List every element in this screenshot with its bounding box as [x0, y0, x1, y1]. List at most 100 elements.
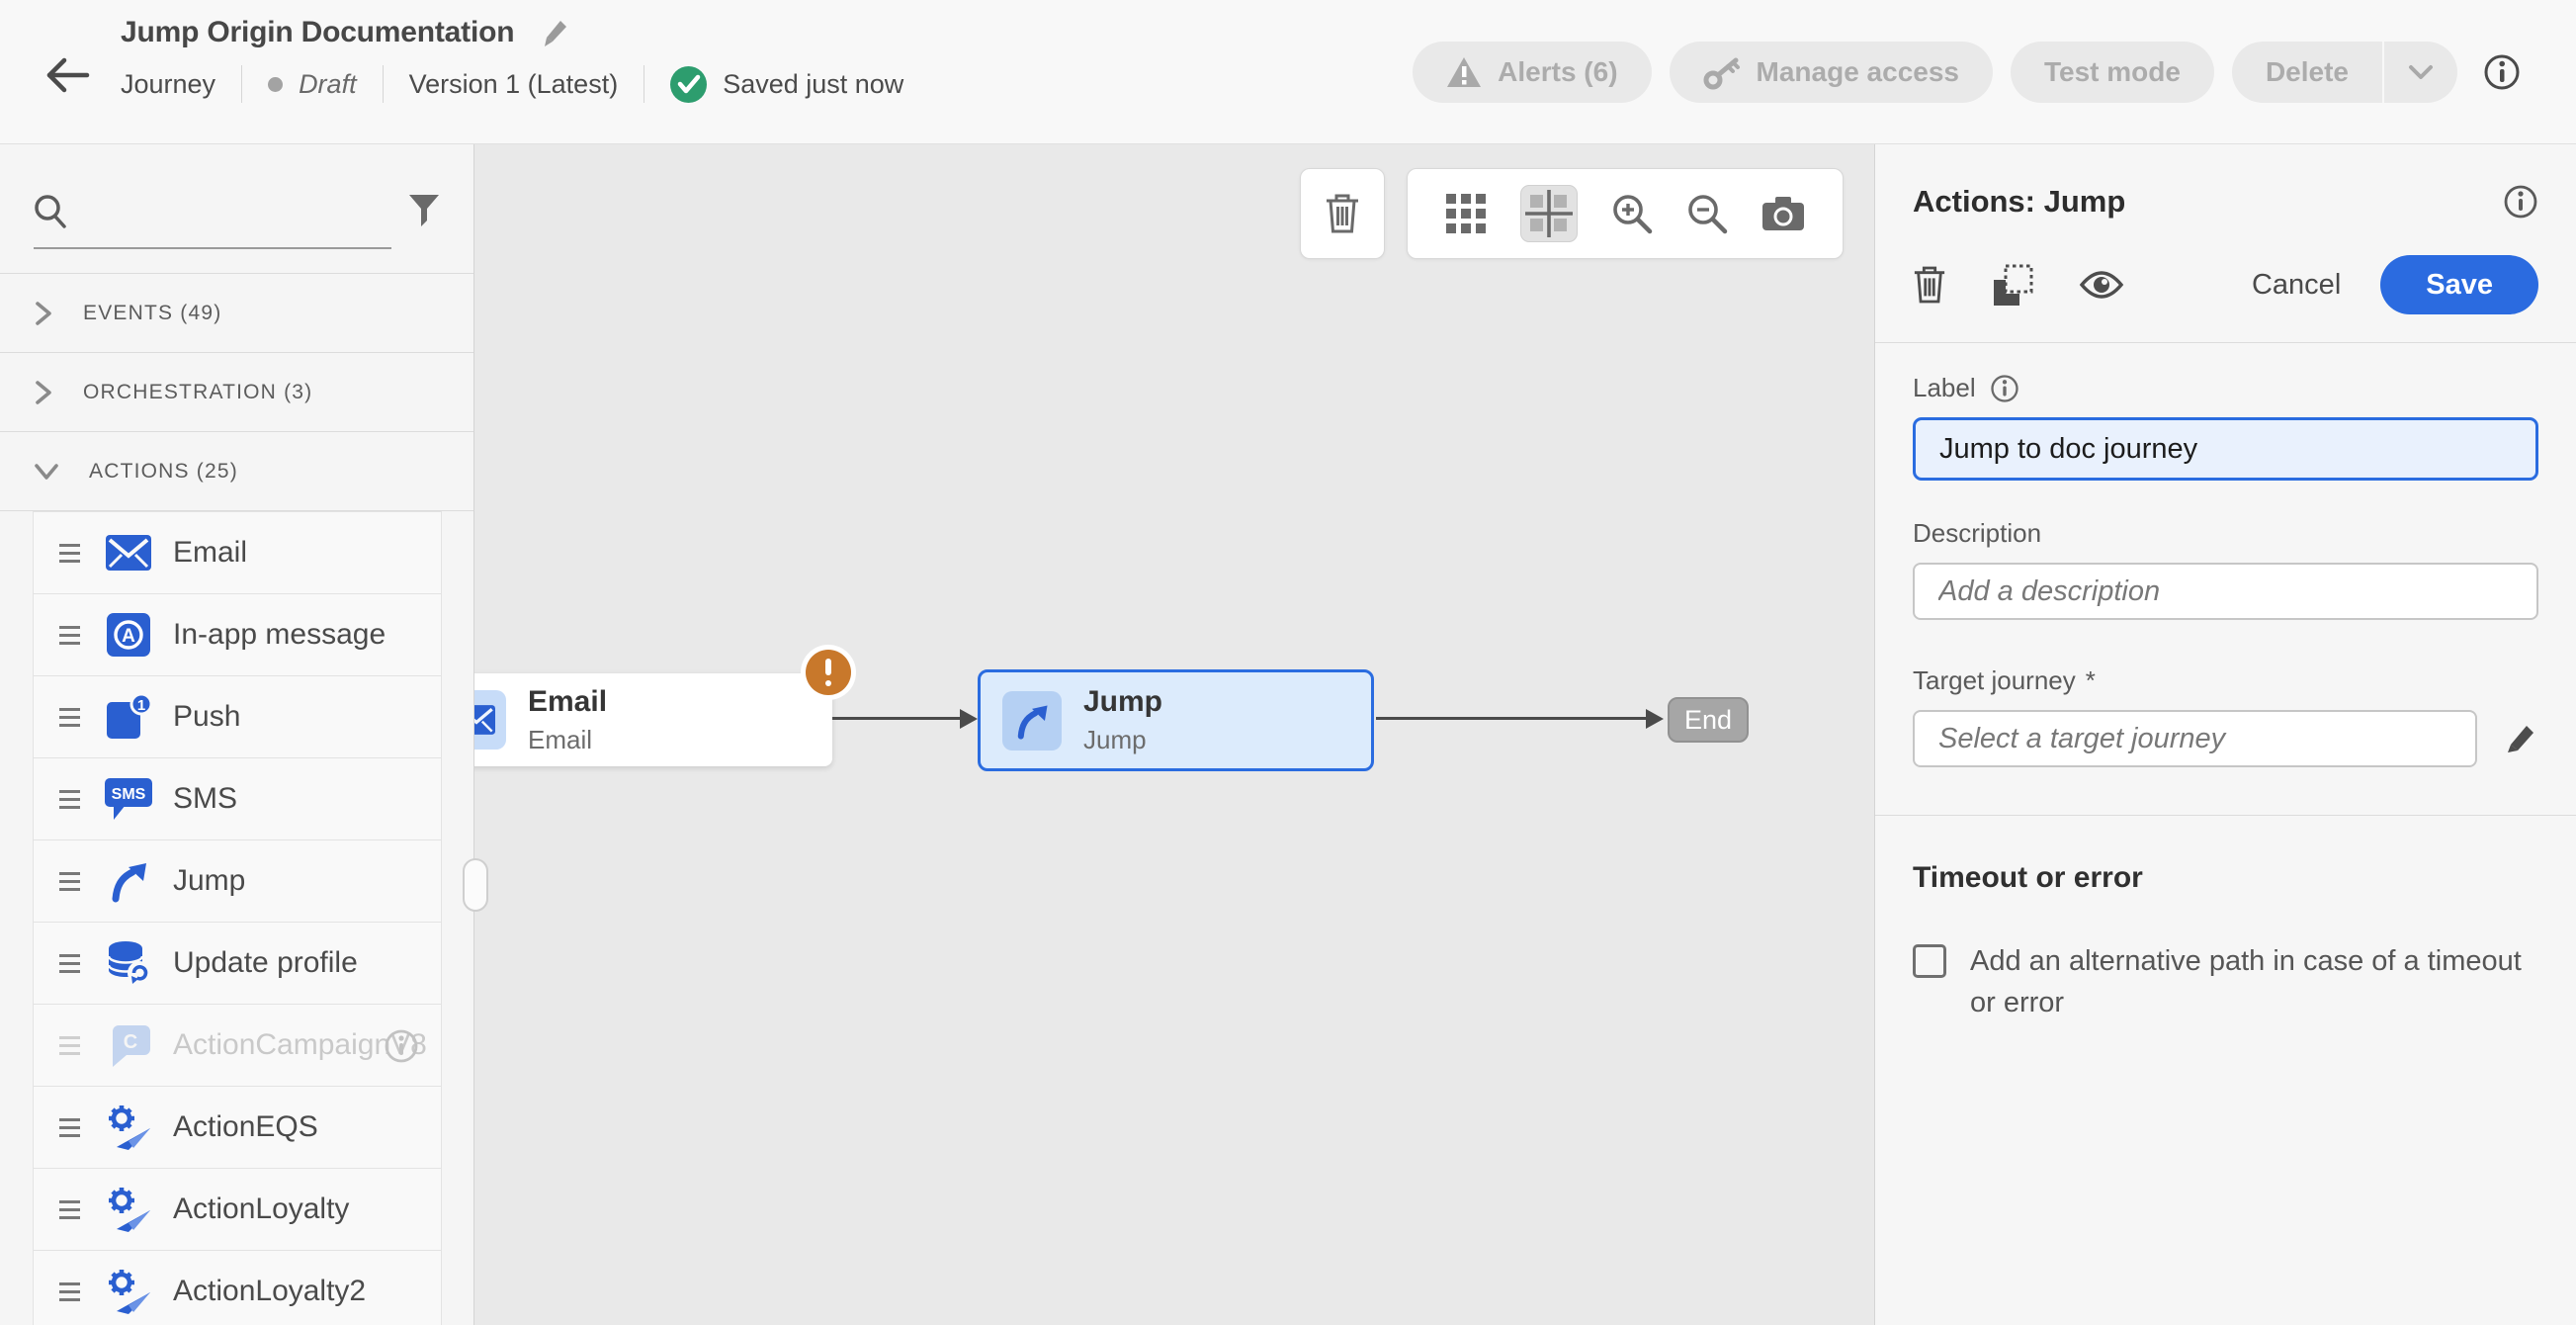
node-title: Jump: [1083, 685, 1162, 719]
preview-node-button[interactable]: [2079, 270, 2124, 300]
node-title: Email: [528, 685, 607, 719]
chevron-down-icon: [34, 462, 59, 482]
edit-title-pencil-icon[interactable]: [540, 17, 571, 48]
palette-sidebar: EVENTS (49) ORCHESTRATION (3) ACTIONS (2…: [0, 144, 474, 1325]
zoom-in-button[interactable]: [1611, 193, 1653, 234]
target-journey-input[interactable]: [1913, 710, 2477, 767]
gear-plane-icon: [104, 1186, 153, 1233]
target-journey-label: Target journey: [1913, 665, 2076, 696]
edge-arrowhead-icon: [960, 709, 978, 729]
palette-item-inapp-message[interactable]: A In-app message: [33, 593, 442, 676]
palette-item-label: ActionLoyalty: [173, 1192, 349, 1226]
status-dot-icon: [268, 77, 283, 92]
test-mode-label: Test mode: [2044, 56, 2181, 88]
screenshot-button[interactable]: [1762, 197, 1804, 230]
palette-item-jump[interactable]: Jump: [33, 839, 442, 923]
chevron-right-icon: [34, 301, 53, 326]
drag-handle-icon: [59, 954, 80, 973]
search-input[interactable]: [81, 188, 431, 235]
required-asterisk: *: [2086, 665, 2096, 696]
drag-handle-icon: [59, 872, 80, 891]
palette-item-actionloyalty2[interactable]: ActionLoyalty2: [33, 1250, 442, 1325]
info-icon[interactable]: [2503, 184, 2538, 220]
manage-access-label: Manage access: [1757, 56, 1959, 88]
save-status-text: Saved just now: [723, 69, 903, 100]
sidebar-scrollbar-thumb[interactable]: [463, 858, 488, 912]
sidebar-section-events[interactable]: EVENTS (49): [0, 273, 473, 352]
alternative-path-checkbox-label: Add an alternative path in case of a tim…: [1970, 940, 2524, 1023]
alternative-path-checkbox-row[interactable]: Add an alternative path in case of a tim…: [1913, 940, 2538, 1023]
palette-item-push[interactable]: 1 Push: [33, 675, 442, 758]
canvas-node-email[interactable]: Email Email: [474, 673, 832, 766]
duplicate-node-button[interactable]: [1992, 264, 2033, 306]
delete-more-dropdown[interactable]: [2384, 42, 2457, 103]
canvas-node-jump-selected[interactable]: Jump Jump: [978, 669, 1374, 771]
divider: [1875, 342, 2576, 343]
checkbox-unchecked-icon[interactable]: [1913, 944, 1946, 978]
drag-handle-icon: [59, 708, 80, 727]
jump-node-icon: [1002, 691, 1062, 751]
delete-button-label: Delete: [2266, 56, 2349, 88]
warning-badge-icon[interactable]: [801, 645, 856, 700]
svg-text:SMS: SMS: [112, 786, 146, 803]
cancel-button[interactable]: Cancel: [2252, 269, 2341, 302]
node-subtitle: Jump: [1083, 725, 1162, 755]
edge-email-to-jump: [832, 717, 963, 720]
palette-item-sms[interactable]: SMS SMS: [33, 757, 442, 840]
sidebar-section-orchestration[interactable]: ORCHESTRATION (3): [0, 352, 473, 431]
palette-item-update-profile[interactable]: Update profile: [33, 922, 442, 1005]
filter-button[interactable]: [408, 194, 440, 227]
filter-funnel-icon: [408, 194, 440, 227]
email-node-icon: [474, 690, 506, 750]
save-button[interactable]: Save: [2380, 255, 2538, 314]
palette-item-email[interactable]: Email: [33, 511, 442, 594]
alerts-button-label: Alerts (6): [1498, 56, 1617, 88]
description-input[interactable]: [1913, 563, 2538, 620]
alerts-button[interactable]: Alerts (6): [1413, 42, 1651, 103]
drag-handle-icon: [59, 544, 80, 563]
palette-item-label: Update profile: [173, 946, 358, 980]
delete-button[interactable]: Delete: [2232, 42, 2382, 103]
campaign-bubble-icon: C: [104, 1023, 153, 1067]
delete-node-button[interactable]: [1913, 265, 1946, 305]
node-subtitle: Email: [528, 725, 607, 755]
header-info-button[interactable]: [2475, 53, 2521, 91]
timeout-section-heading: Timeout or error: [1913, 861, 2538, 895]
version-label: Version 1 (Latest): [409, 69, 619, 100]
description-field-label: Description: [1913, 518, 2041, 549]
info-icon[interactable]: [1990, 374, 2019, 403]
duplicate-icon: [1992, 264, 2033, 306]
section-label: ORCHESTRATION (3): [83, 381, 312, 404]
section-label: EVENTS (49): [83, 302, 221, 325]
divider: [383, 65, 384, 103]
drag-handle-icon: [59, 1282, 80, 1301]
jump-arrow-icon: [104, 859, 153, 903]
drag-handle-icon: [59, 1200, 80, 1219]
zoom-out-icon: [1686, 193, 1728, 234]
panel-title: Actions: Jump: [1913, 184, 2125, 220]
canvas-delete-button[interactable]: [1325, 193, 1360, 234]
sidebar-section-actions[interactable]: ACTIONS (25): [0, 431, 473, 510]
canvas-node-end[interactable]: End: [1668, 697, 1749, 743]
manage-access-button[interactable]: Manage access: [1670, 42, 1993, 103]
edit-target-journey-button[interactable]: [2503, 721, 2538, 756]
info-icon[interactable]: [384, 1028, 419, 1064]
zoom-out-button[interactable]: [1686, 193, 1728, 234]
sms-icon: SMS: [104, 778, 153, 820]
svg-text:1: 1: [137, 697, 145, 714]
palette-item-actionloyalty[interactable]: ActionLoyalty: [33, 1168, 442, 1251]
chevron-right-icon: [34, 380, 53, 405]
divider: [241, 65, 242, 103]
drag-handle-icon: [59, 1036, 80, 1055]
zoom-in-icon: [1611, 193, 1653, 234]
saved-check-icon: [670, 66, 707, 103]
fit-to-screen-button[interactable]: [1520, 185, 1578, 242]
pencil-icon: [2503, 721, 2538, 756]
journey-canvas[interactable]: Email Email Jump Jump End: [474, 144, 1874, 1325]
grid-view-button[interactable]: [1446, 194, 1486, 233]
label-input[interactable]: [1913, 417, 2538, 481]
test-mode-button[interactable]: Test mode: [2011, 42, 2214, 103]
palette-item-actioneqs[interactable]: ActionEQS: [33, 1086, 442, 1169]
chevron-down-icon: [2408, 64, 2434, 80]
back-button[interactable]: [43, 55, 93, 95]
